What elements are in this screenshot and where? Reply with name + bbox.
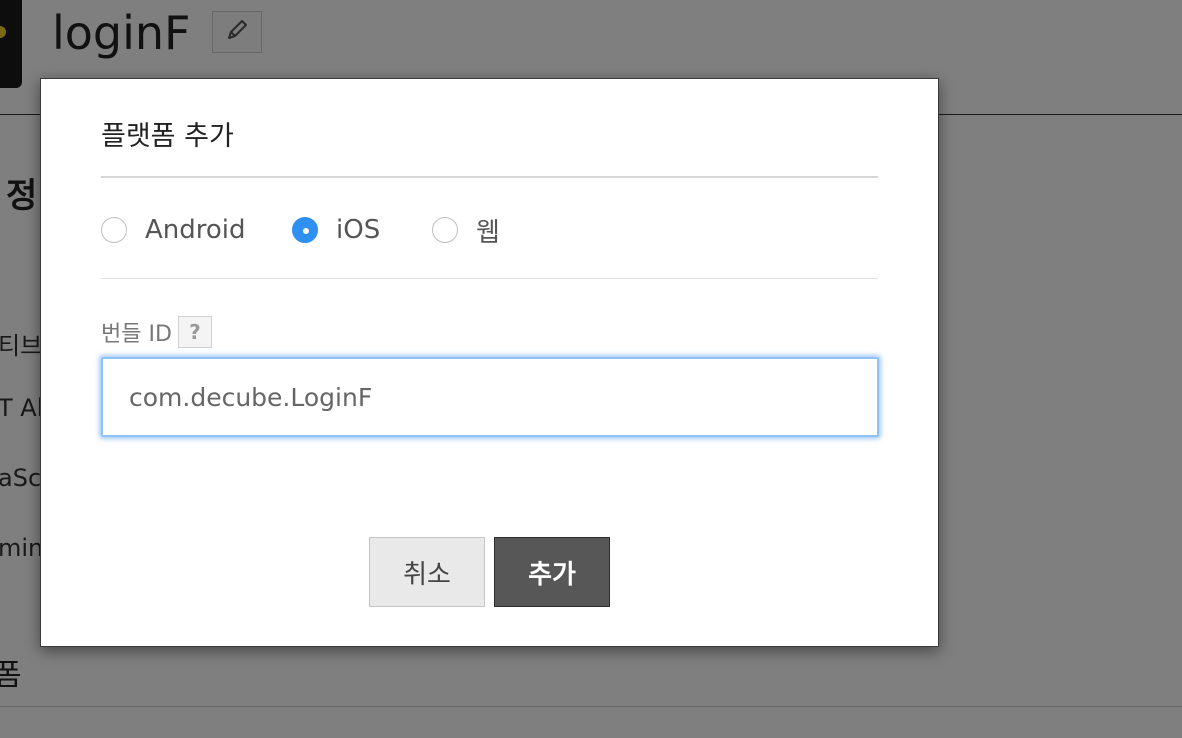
- screen: loginF 정 티브 T Al aScr min 3 폼 플랫폼 추가 And…: [0, 0, 1182, 738]
- cancel-button[interactable]: 취소: [369, 537, 485, 607]
- add-button[interactable]: 추가: [494, 537, 610, 607]
- dialog-title-divider: [101, 176, 878, 178]
- android-radio[interactable]: [101, 217, 127, 243]
- android-radio-label: Android: [145, 215, 246, 245]
- bundle-id-label: 번들 ID: [101, 322, 172, 347]
- add-platform-dialog: 플랫폼 추가 Android iOS 웹 번들 ID ? 취소 추가: [40, 78, 939, 647]
- dialog-title: 플랫폼 추가: [101, 121, 234, 152]
- platform-option-android[interactable]: Android: [101, 212, 246, 248]
- platform-option-ios[interactable]: iOS: [292, 212, 380, 248]
- bundle-id-input[interactable]: [101, 357, 879, 437]
- bundle-id-label-row: 번들 ID ?: [101, 315, 212, 349]
- ios-radio-label: iOS: [336, 215, 381, 245]
- web-radio[interactable]: [432, 217, 458, 243]
- help-icon[interactable]: ?: [177, 316, 212, 348]
- platform-option-web[interactable]: 웹: [432, 212, 500, 248]
- ios-radio[interactable]: [292, 217, 318, 243]
- web-radio-label: 웹: [476, 217, 500, 248]
- platform-divider: [101, 278, 878, 279]
